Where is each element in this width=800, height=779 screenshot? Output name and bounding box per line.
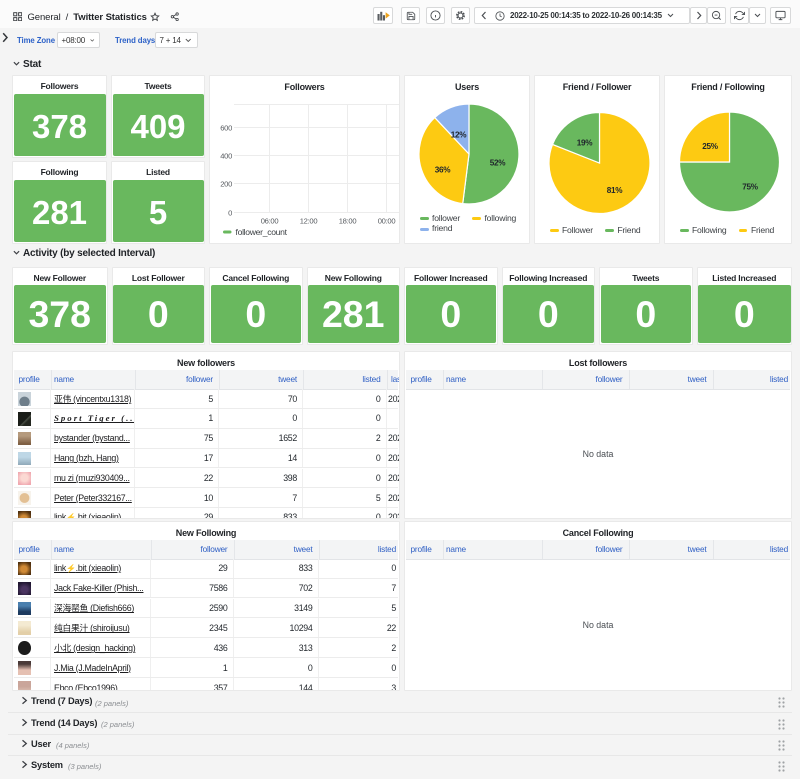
svg-text:06:00: 06:00 (261, 217, 279, 226)
svg-text:81%: 81% (607, 186, 624, 195)
svg-text:400: 400 (220, 152, 232, 161)
svg-text:12%: 12% (451, 131, 468, 140)
svg-text:75%: 75% (742, 183, 759, 192)
svg-text:0: 0 (228, 209, 232, 218)
svg-text:36%: 36% (435, 166, 452, 175)
svg-text:19%: 19% (577, 139, 594, 148)
svg-text:200: 200 (220, 180, 232, 189)
svg-text:25%: 25% (702, 142, 719, 151)
svg-text:follower_count: follower_count (236, 227, 288, 237)
svg-text:600: 600 (220, 124, 232, 133)
svg-text:00:00: 00:00 (378, 217, 396, 226)
svg-text:52%: 52% (490, 159, 507, 168)
svg-text:18:00: 18:00 (339, 217, 357, 226)
svg-text:12:00: 12:00 (300, 217, 318, 226)
